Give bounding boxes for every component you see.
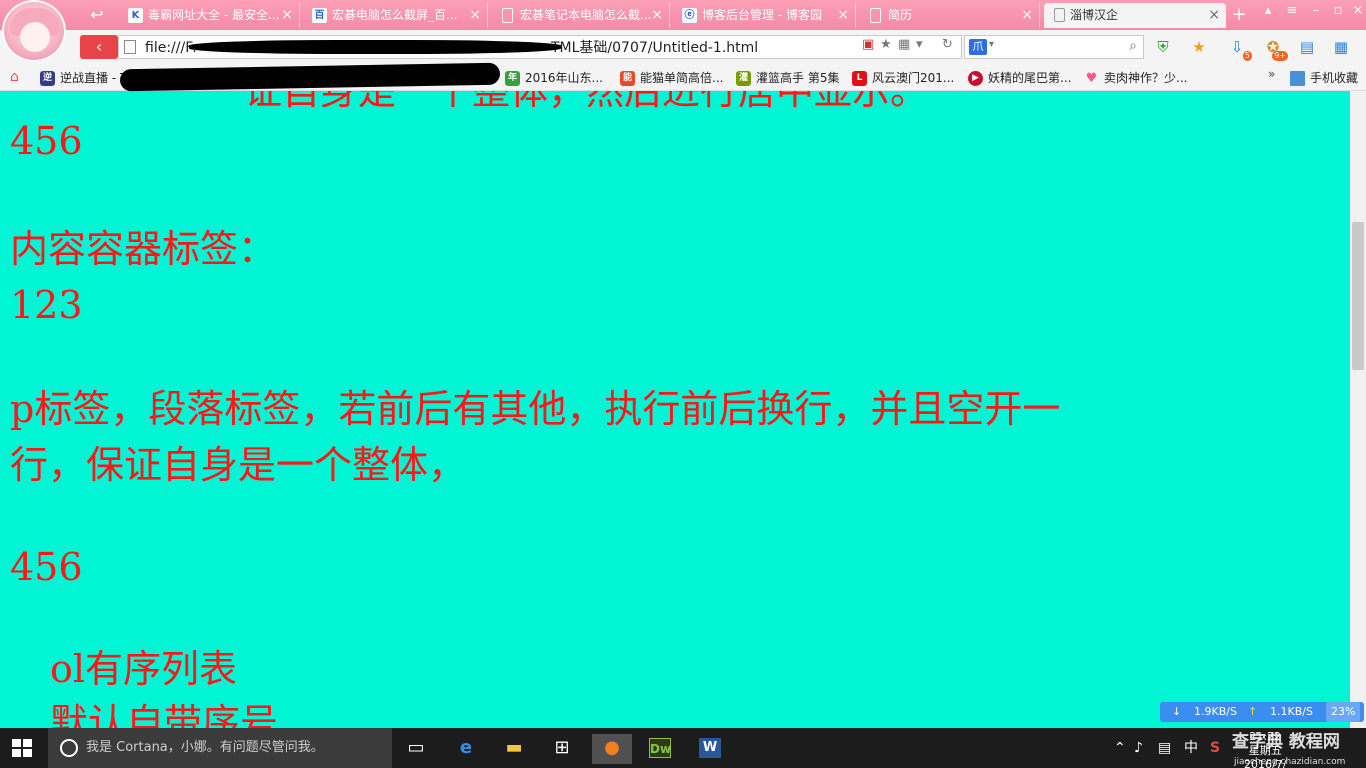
list-text: 默认自带序号 (50, 701, 279, 728)
edge-icon[interactable]: e (446, 734, 486, 764)
browser-taskbar-icon[interactable]: ● (592, 734, 632, 764)
scrollbar-thumb[interactable] (1352, 222, 1364, 370)
search-box[interactable]: 爪 ▾ ⌕ (964, 35, 1144, 59)
ime-indicator[interactable]: 中 (1184, 738, 1198, 758)
content-text-partial: 证自身是一个整体，然后进行居中显示。 (244, 91, 929, 113)
bookmark-item[interactable]: 灌灌篮高手 第5集 (736, 69, 839, 87)
notification-icon[interactable]: ▤ (1158, 738, 1171, 758)
baidu-paw-icon[interactable]: 爪 (969, 39, 987, 55)
game-icon[interactable]: ✪ 9+ (1262, 36, 1288, 61)
site-watermark: 查字典 教程网 jiaocheng.chazidian.com (1232, 732, 1346, 767)
download-icon[interactable]: ⇩ 5 (1226, 36, 1252, 61)
dropdown-icon[interactable]: ▾ (916, 37, 923, 52)
content-text: 456 (10, 119, 83, 163)
close-icon[interactable]: × (837, 3, 849, 28)
more-bookmarks-icon[interactable]: » (1268, 67, 1275, 81)
cnblogs-icon: ⓔ (682, 8, 697, 23)
download-arrow-icon: ↓ (1172, 705, 1182, 718)
search-icon[interactable]: ⌕ (1129, 38, 1137, 54)
content-text: 456 (10, 545, 83, 589)
back-button[interactable]: ‹ (80, 35, 118, 59)
close-icon[interactable]: × (281, 3, 293, 28)
menu-icon[interactable]: ≡ (1280, 3, 1304, 19)
windows-start-button[interactable] (12, 739, 32, 757)
task-view-icon[interactable]: ▭ (396, 734, 436, 764)
cortana-icon (60, 739, 78, 757)
baidu-paw-icon: 百 (312, 8, 327, 23)
favorites-star-icon[interactable]: ★ (1188, 36, 1210, 58)
refresh-icon[interactable]: ↻ (942, 37, 953, 52)
taskbar: 我是 Cortana，小娜。有问题尽管问我。 ▭ e ▬ ⊞ ● Dw W ⌃ … (0, 728, 1366, 768)
bookmark-item[interactable]: ▶ 妖精的尾巴第... (968, 69, 1071, 87)
extensions-icon[interactable]: ▦ (1330, 36, 1352, 58)
redaction-scribble (189, 40, 561, 54)
tab-5[interactable]: 简历 × (862, 3, 1040, 28)
paragraph-line: p标签，段落标签，若前后有其他，执行前后换行，并且空开一 (10, 387, 1061, 431)
page-content: 证自身是一个整体，然后进行居中显示。 456 内容容器标签： 123 p标签，段… (0, 91, 1350, 728)
upload-arrow-icon: ↑ (1248, 705, 1258, 718)
tab-title: 宏碁电脑怎么截屏_百... (332, 8, 458, 22)
tab-title: 宏碁笔记本电脑怎么截... (520, 8, 652, 22)
cpu-usage: 23% (1326, 702, 1361, 722)
star-icon[interactable]: ★ (880, 37, 892, 52)
browser-tab-bar: ↩ K 毒霸网址大全 - 最安全... × 百 宏碁电脑怎么截屏_百... × … (0, 0, 1366, 30)
content-heading: 内容容器标签： (10, 227, 277, 271)
paragraph-line: 行，保证自身是一个整体， (10, 443, 467, 487)
bookmark-item[interactable]: 能能猫单简高倍... (620, 69, 723, 87)
content-text: 123 (10, 283, 83, 327)
upload-speed: 1.1KB/S (1270, 705, 1313, 718)
mobile-bookmarks[interactable]: 手机收藏 (1290, 69, 1358, 87)
minimize-button[interactable]: – (1304, 3, 1328, 19)
page-icon (502, 8, 513, 23)
dreamweaver-icon[interactable]: Dw (640, 734, 680, 764)
new-tab-button[interactable]: + (1230, 4, 1248, 26)
navigation-bar: ‹ file:///F: TML基础/0707/Untitled-1.html … (0, 30, 1366, 65)
cortana-search-box[interactable]: 我是 Cortana，小娜。有问题尽管问我。 (48, 728, 392, 768)
screenshot-tool-icon[interactable]: ▤ (1296, 36, 1318, 58)
bookmark-item[interactable]: 年 2016年山东... (505, 69, 603, 87)
volume-icon[interactable]: ♪ (1134, 738, 1143, 758)
list-heading: ol有序列表 (50, 647, 238, 691)
tab-title: 博客后台管理 - 博客园 (702, 8, 822, 22)
close-icon[interactable]: × (651, 3, 663, 28)
word-icon[interactable]: W (690, 734, 730, 764)
chevron-down-icon[interactable]: ▾ (989, 39, 994, 50)
page-icon (870, 8, 881, 23)
download-speed: 1.9KB/S (1194, 705, 1237, 718)
close-icon[interactable]: × (1021, 3, 1033, 28)
security-shield-icon[interactable]: ⛨ (1152, 36, 1174, 58)
bookmark-item[interactable]: ♥ 卖肉神作？少... (1084, 69, 1188, 87)
tab-3[interactable]: 宏碁笔记本电脑怎么截... × (494, 3, 670, 28)
tab-4[interactable]: ⓔ 博客后台管理 - 博客园 × (676, 3, 856, 28)
kingsoft-icon: K (128, 8, 143, 23)
tab-6-active[interactable]: 淄博汉企 × (1044, 3, 1226, 28)
file-explorer-icon[interactable]: ▬ (494, 734, 534, 764)
page-icon (1054, 8, 1065, 22)
close-icon[interactable]: × (1208, 3, 1220, 28)
undo-close-tab-icon[interactable]: ↩ (84, 6, 110, 24)
sogou-icon[interactable]: S (1210, 738, 1220, 758)
tab-title: 简历 (888, 8, 913, 22)
screenshot-icon[interactable]: ▣ (862, 37, 874, 52)
close-window-button[interactable]: × (1346, 3, 1366, 19)
network-speed-widget[interactable]: ↓ 1.9KB/S ↑ 1.1KB/S 23% (1160, 702, 1364, 722)
show-hidden-icons[interactable]: ⌃ (1114, 738, 1126, 758)
tab-2[interactable]: 百 宏碁电脑怎么截屏_百... × (306, 3, 488, 28)
tab-1[interactable]: K 毒霸网址大全 - 最安全... × (122, 3, 300, 28)
page-icon (124, 40, 136, 54)
bookmark-item[interactable]: L 风云澳门201... (852, 69, 954, 87)
close-icon[interactable]: × (469, 3, 481, 28)
home-icon[interactable]: ⌂ (10, 69, 19, 85)
cortana-placeholder: 我是 Cortana，小娜。有问题尽管问我。 (86, 740, 324, 755)
tab-title: 毒霸网址大全 - 最安全... (148, 8, 280, 22)
skin-icon[interactable]: ▴ (1256, 3, 1280, 19)
url-end: TML基础/0707/Untitled-1.html (551, 40, 759, 56)
user-avatar[interactable] (2, 0, 66, 62)
store-icon[interactable]: ⊞ (542, 734, 582, 764)
tab-title: 淄博汉企 (1070, 8, 1119, 22)
address-bar[interactable]: file:///F: TML基础/0707/Untitled-1.html (118, 35, 962, 59)
vertical-scrollbar[interactable] (1350, 91, 1366, 728)
qr-icon[interactable]: ▦ (898, 37, 910, 52)
